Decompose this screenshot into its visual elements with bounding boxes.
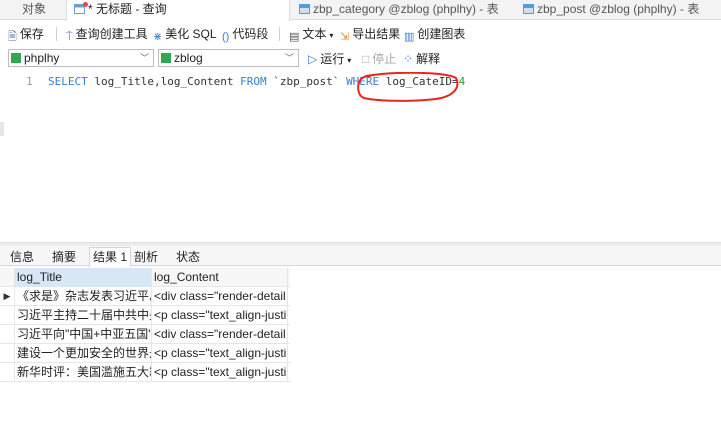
query-builder-label: 查询创建工具 bbox=[75, 27, 148, 41]
export-label: 导出结果 bbox=[352, 27, 401, 41]
divider bbox=[56, 27, 57, 41]
grid-header-row: log_Title log_Content bbox=[0, 268, 290, 287]
save-icon: 🗎 bbox=[8, 31, 17, 43]
query-icon bbox=[74, 2, 88, 14]
table-icon bbox=[523, 4, 534, 14]
tab-info[interactable]: 信息 bbox=[10, 248, 34, 266]
dropdown-icon: ▾ bbox=[329, 31, 334, 40]
cell-log-content[interactable]: <p class="text_align-justi bbox=[152, 344, 288, 363]
table-row[interactable]: ▶ 《求是》杂志发表习近平总 <div class="render-detail bbox=[0, 287, 290, 306]
create-chart-button[interactable]: ▥ 创建图表 bbox=[404, 26, 466, 43]
cell-log-title[interactable]: 习近平主持二十届中共中央 bbox=[15, 306, 152, 325]
connection-icon bbox=[11, 53, 21, 63]
snippet-button[interactable]: () 代码段 bbox=[222, 26, 269, 43]
save-button[interactable]: 🗎 保存 bbox=[8, 26, 44, 43]
column-header-log-title[interactable]: log_Title bbox=[15, 268, 152, 287]
cell-log-content[interactable]: <p class="text_align-justi bbox=[152, 306, 288, 325]
text-icon: ▤ bbox=[289, 31, 300, 43]
chevron-down-icon: ﹀ bbox=[284, 53, 294, 63]
filter-icon: ⍑ bbox=[66, 31, 73, 43]
create-chart-label: 创建图表 bbox=[417, 27, 466, 41]
cell-log-title[interactable]: 建设一个更加安全的世界是 bbox=[15, 344, 152, 363]
stop-icon: □ bbox=[362, 52, 370, 66]
run-label: 运行 bbox=[320, 52, 345, 66]
row-indicator-header bbox=[0, 268, 15, 287]
row-indicator bbox=[0, 325, 15, 344]
tab-zbp-category[interactable]: zbp_category @zblog (phplhy) - 表 bbox=[299, 0, 509, 20]
run-button[interactable]: ▷ 运行 ▾ bbox=[308, 51, 351, 67]
cell-log-content[interactable]: <p class="text_align-justi bbox=[152, 363, 288, 382]
table-row[interactable]: 新华时评：美国滥施五大霸 <p class="text_align-justi bbox=[0, 363, 290, 382]
stop-label: 停止 bbox=[372, 52, 397, 66]
database-icon bbox=[161, 53, 171, 63]
tab-bar: 对象 * 无标题 - 查询 zbp_category @zblog (phplh… bbox=[0, 0, 721, 21]
table-row[interactable]: 习近平主持二十届中共中央 <p class="text_align-justi bbox=[0, 306, 290, 325]
row-indicator bbox=[0, 363, 15, 382]
connection-row: phplhy ﹀ zblog ﹀ ▷ 运行 ▾ □ 停止 ⁘ 解释 bbox=[0, 47, 721, 69]
tab-untitled-query[interactable]: * 无标题 - 查询 bbox=[66, 0, 290, 21]
stop-button[interactable]: □ 停止 bbox=[362, 51, 396, 67]
chart-icon: ▥ bbox=[404, 31, 415, 43]
cell-log-content[interactable]: <div class="render-detail bbox=[152, 325, 288, 344]
tab-label: zbp_category @zblog (phplhy) - 表 bbox=[313, 2, 499, 16]
tab-result-1[interactable]: 结果 1 bbox=[89, 247, 132, 267]
tab-label: * 无标题 - 查询 bbox=[88, 2, 167, 16]
cell-log-title[interactable]: 新华时评：美国滥施五大霸 bbox=[15, 363, 152, 382]
text-button[interactable]: ▤ 文本 ▾ bbox=[289, 26, 334, 43]
column-list: log_Title,log_Content bbox=[87, 75, 241, 88]
tab-objects[interactable]: 对象 bbox=[22, 0, 62, 20]
current-row-indicator-icon: ▶ bbox=[0, 287, 15, 306]
tab-label: zbp_post @zblog (phplhy) - 表 bbox=[537, 2, 700, 16]
snippet-label: 代码段 bbox=[232, 27, 269, 41]
tab-summary[interactable]: 摘要 bbox=[52, 248, 76, 266]
table-row[interactable]: 习近平向"中国+中亚五国" <div class="render-detail bbox=[0, 325, 290, 344]
editor-gutter: 1 bbox=[0, 70, 36, 242]
table-icon bbox=[299, 4, 310, 14]
tab-zbp-post[interactable]: zbp_post @zblog (phplhy) - 表 bbox=[523, 0, 721, 20]
row-indicator bbox=[0, 306, 15, 325]
row-indicator bbox=[0, 344, 15, 363]
tab-profile[interactable]: 剖析 bbox=[134, 248, 158, 266]
explain-icon: ⁘ bbox=[403, 52, 414, 66]
explain-button[interactable]: ⁘ 解释 bbox=[403, 51, 440, 67]
save-label: 保存 bbox=[19, 27, 44, 41]
beautify-icon: ⋇ bbox=[153, 31, 163, 43]
cell-log-title[interactable]: 习近平向"中国+中亚五国" bbox=[15, 325, 152, 344]
column-header-log-content[interactable]: log_Content bbox=[152, 268, 288, 287]
annotation-circle bbox=[357, 72, 459, 102]
beautify-sql-button[interactable]: ⋇ 美化 SQL bbox=[153, 26, 217, 43]
export-icon: ⇲ bbox=[340, 31, 350, 43]
result-grid: log_Title log_Content ▶ 《求是》杂志发表习近平总 <di… bbox=[0, 268, 290, 382]
divider bbox=[279, 27, 280, 41]
tab-label: 对象 bbox=[22, 2, 47, 16]
tab-status[interactable]: 状态 bbox=[176, 248, 200, 266]
dropdown-icon: ▾ bbox=[347, 56, 352, 65]
text-label: 文本 bbox=[302, 27, 327, 41]
beautify-label: 美化 SQL bbox=[165, 27, 217, 41]
toolbar: 🗎 保存 ⍑ 查询创建工具 ⋇ 美化 SQL () 代码段 ▤ 文本 ▾ ⇲ 导出结果 ▥ 创建… bbox=[0, 21, 721, 47]
query-builder-button[interactable]: ⍑ 查询创建工具 bbox=[66, 26, 148, 43]
connection-value: phplhy bbox=[24, 51, 60, 65]
explain-label: 解释 bbox=[416, 52, 441, 66]
play-icon: ▷ bbox=[308, 52, 318, 66]
keyword-from: FROM bbox=[240, 75, 267, 88]
chevron-down-icon: ﹀ bbox=[139, 53, 149, 63]
keyword-select: SELECT bbox=[48, 75, 88, 88]
table-name: `zbp_post` bbox=[266, 75, 347, 88]
cell-log-title[interactable]: 《求是》杂志发表习近平总 bbox=[15, 287, 152, 306]
cell-log-content[interactable]: <div class="render-detail bbox=[152, 287, 288, 306]
code-snippet-icon: () bbox=[222, 31, 230, 43]
table-row[interactable]: 建设一个更加安全的世界是 <p class="text_align-justi bbox=[0, 344, 290, 363]
database-value: zblog bbox=[174, 51, 203, 65]
export-results-button[interactable]: ⇲ 导出结果 bbox=[340, 26, 401, 43]
database-select[interactable]: zblog ﹀ bbox=[158, 49, 299, 67]
result-tabs: 信息 摘要 结果 1 剖析 状态 bbox=[0, 246, 721, 267]
line-number: 1 bbox=[26, 75, 33, 88]
connection-select[interactable]: phplhy ﹀ bbox=[8, 49, 154, 67]
editor-margin-marker bbox=[0, 122, 4, 136]
